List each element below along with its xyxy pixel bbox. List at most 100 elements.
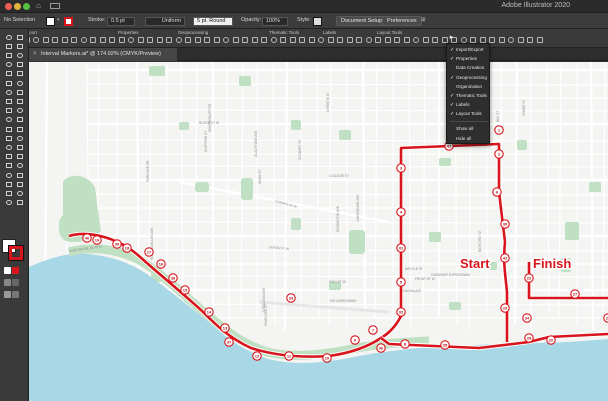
document-setup-button[interactable]: Document Setup: [336, 16, 387, 26]
zoom-window-button[interactable]: [23, 3, 30, 10]
panel-menu-button[interactable]: ▸: [448, 33, 455, 42]
document-tab[interactable]: × Interval Markers.ai* @ 174.92% (CMYK/P…: [29, 48, 177, 61]
tool-icon[interactable]: [15, 42, 24, 50]
plugin-tool-icon[interactable]: [118, 37, 125, 43]
plugin-tool-icon[interactable]: [289, 37, 296, 43]
color-mode-button[interactable]: [4, 279, 11, 286]
plugin-tool-icon[interactable]: [175, 37, 182, 43]
interval-marker[interactable]: 1: [494, 125, 504, 135]
interval-marker[interactable]: 27: [570, 289, 580, 299]
plugin-tool-icon[interactable]: [109, 37, 115, 43]
plugin-tool-icon[interactable]: [185, 37, 191, 43]
tool-icon[interactable]: [4, 88, 13, 96]
plugin-tool-icon[interactable]: [213, 37, 220, 43]
color-mode-button[interactable]: [12, 267, 19, 274]
interval-marker[interactable]: 16: [156, 259, 166, 269]
tool-icon[interactable]: [15, 153, 24, 161]
home-icon[interactable]: ⌂: [36, 2, 41, 10]
brush-definition[interactable]: 5 pt. Round: [193, 16, 233, 26]
plugin-tool-icon[interactable]: [337, 37, 343, 43]
plugin-tool-icon[interactable]: [99, 37, 106, 43]
tool-icon[interactable]: [4, 125, 13, 133]
tool-icon[interactable]: [4, 61, 13, 69]
interval-marker[interactable]: 15: [180, 285, 190, 295]
tool-icon[interactable]: [4, 42, 13, 50]
tool-icon[interactable]: [4, 162, 13, 170]
tool-icon[interactable]: [15, 116, 24, 124]
fill-stroke-control[interactable]: [2, 239, 24, 263]
plugin-tool-icon[interactable]: [308, 37, 315, 43]
plugin-tool-icon[interactable]: [318, 37, 324, 43]
tool-icon[interactable]: [15, 125, 24, 133]
interval-marker[interactable]: 40: [82, 233, 92, 243]
minimize-window-button[interactable]: [14, 3, 21, 10]
interval-marker[interactable]: 17: [144, 247, 154, 257]
plugin-tool-icon[interactable]: [498, 37, 505, 43]
workspace-switcher-icon[interactable]: [50, 3, 60, 9]
interval-marker[interactable]: 30: [500, 219, 510, 229]
interval-marker[interactable]: 2: [494, 149, 504, 159]
tool-icon[interactable]: [4, 97, 13, 105]
tool-icon[interactable]: [4, 180, 13, 188]
fill-swatch[interactable]: [46, 16, 55, 26]
tool-icon[interactable]: [15, 70, 24, 78]
interval-marker[interactable]: 6: [492, 187, 502, 197]
interval-marker[interactable]: 22: [524, 273, 534, 283]
interval-marker[interactable]: 32: [396, 307, 406, 317]
interval-marker[interactable]: 3: [396, 163, 406, 173]
interval-marker[interactable]: 39: [112, 239, 122, 249]
plugin-tool-icon[interactable]: [223, 37, 229, 43]
plugin-tool-icon[interactable]: [346, 37, 353, 43]
color-mode-button[interactable]: [12, 279, 19, 286]
plugin-tool-icon[interactable]: [261, 37, 267, 43]
interval-marker[interactable]: 8: [400, 339, 410, 349]
tool-icon[interactable]: [15, 180, 24, 188]
interval-marker[interactable]: 9: [350, 335, 360, 345]
tool-icon[interactable]: [4, 171, 13, 179]
tool-icon[interactable]: [15, 134, 24, 142]
artboard-canvas[interactable]: BLOOR ST W COLLEGE ST DUNDAS ST W QUEEN ST …: [29, 62, 608, 401]
plugin-tool-icon[interactable]: [403, 37, 410, 43]
plugin-tool-icon[interactable]: [375, 37, 381, 43]
tool-icon[interactable]: [15, 33, 24, 41]
plugin-tool-icon[interactable]: [61, 37, 68, 43]
tool-icon[interactable]: [15, 107, 24, 115]
interval-marker[interactable]: 42: [500, 253, 510, 263]
plugin-tool-icon[interactable]: [242, 37, 248, 43]
tool-icon[interactable]: [4, 134, 13, 142]
panel-menu-item[interactable]: ✓ Layout Tools: [447, 109, 491, 119]
plugin-tool-icon[interactable]: [232, 37, 239, 43]
tool-icon[interactable]: [15, 162, 24, 170]
interval-marker[interactable]: 20: [546, 335, 556, 345]
tool-icon[interactable]: [4, 199, 13, 207]
stroke-color-box[interactable]: [8, 245, 24, 261]
color-mode-button[interactable]: [4, 267, 11, 274]
tool-icon[interactable]: [4, 189, 13, 197]
plugin-tool-icon[interactable]: [137, 37, 144, 43]
plugin-tool-icon[interactable]: [356, 37, 362, 43]
tool-icon[interactable]: [4, 116, 13, 124]
tool-icon[interactable]: [15, 189, 24, 197]
color-mode-button[interactable]: [4, 291, 11, 298]
tool-icon[interactable]: [4, 70, 13, 78]
interval-marker[interactable]: 37: [224, 337, 234, 347]
interval-marker[interactable]: 10: [322, 353, 332, 363]
tool-icon[interactable]: [4, 51, 13, 59]
plugin-tool-icon[interactable]: [527, 37, 533, 43]
tool-icon[interactable]: [15, 79, 24, 87]
chevron-down-icon[interactable]: ▾: [57, 17, 60, 23]
interval-marker[interactable]: 12: [252, 351, 262, 361]
interval-marker[interactable]: 31: [396, 243, 406, 253]
interval-marker[interactable]: 28: [524, 333, 534, 343]
plugin-tool-icon[interactable]: [156, 37, 163, 43]
plugin-tool-icon[interactable]: [432, 37, 438, 43]
preferences-button[interactable]: Preferences: [382, 16, 422, 26]
tool-icon[interactable]: [4, 79, 13, 87]
interval-marker[interactable]: 11: [284, 351, 294, 361]
interval-marker[interactable]: 34: [522, 313, 532, 323]
opacity-field[interactable]: 100%: [262, 16, 288, 26]
interval-marker[interactable]: 21: [603, 313, 608, 323]
tool-icon[interactable]: [15, 199, 24, 207]
tool-icon[interactable]: [15, 171, 24, 179]
close-tab-icon[interactable]: ×: [33, 48, 37, 61]
